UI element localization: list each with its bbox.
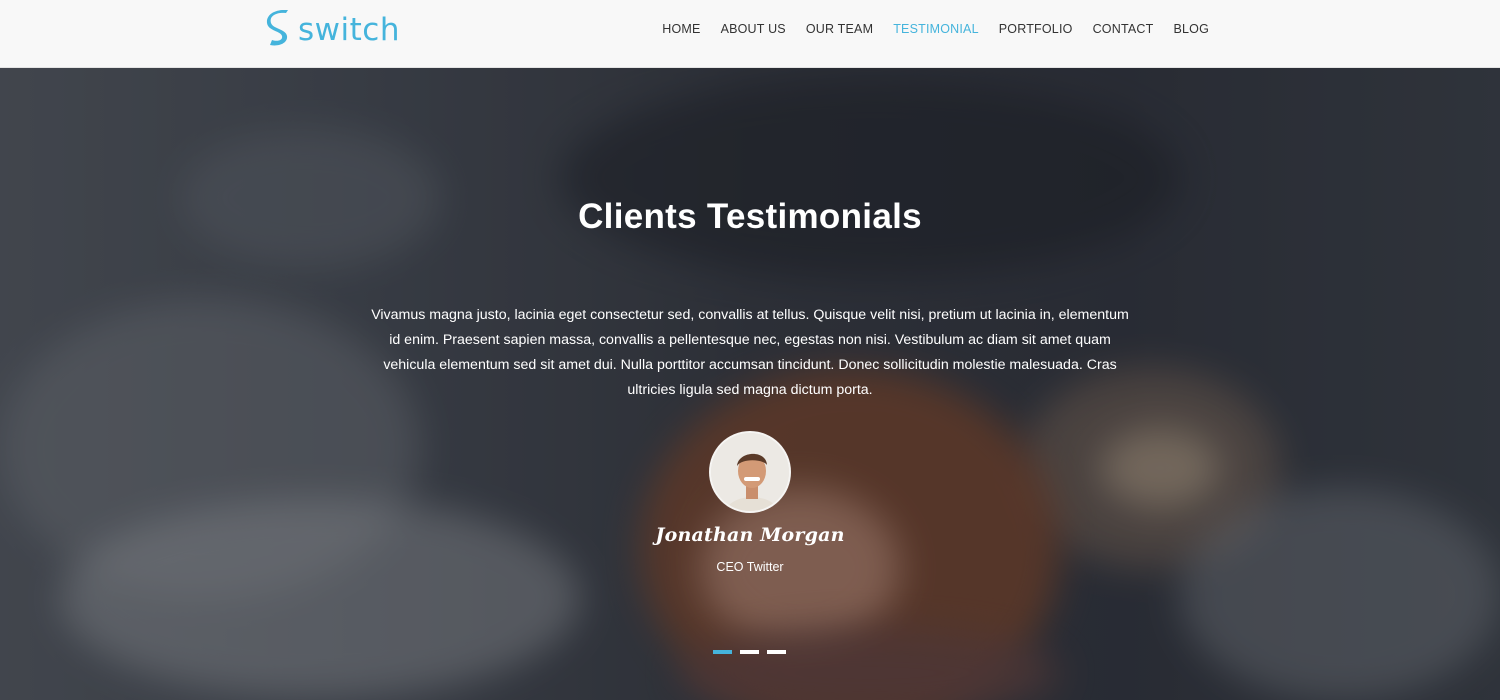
nav-item-blog[interactable]: BLOG [1173,22,1209,36]
nav-item-testimonial[interactable]: TESTIMONIAL [893,22,979,36]
client-name: Jonathan Morgan [655,524,845,546]
testimonials-section: Clients Testimonials Vivamus magna justo… [0,68,1500,700]
carousel-dot-3[interactable] [767,650,786,654]
testimonial-quote: Vivamus magna justo, lacinia eget consec… [371,307,1129,398]
nav-item-contact[interactable]: CONTACT [1093,22,1154,36]
logo-text: switch [298,12,400,48]
nav-item-our-team[interactable]: OUR TEAM [806,22,873,36]
client-avatar [709,431,791,513]
carousel-dot-1[interactable] [713,650,732,654]
nav-item-home[interactable]: HOME [662,22,700,36]
client-role: CEO Twitter [716,560,784,574]
site-header: switch HOME ABOUT US OUR TEAM TESTIMONIAL PO… [0,0,1500,68]
logo[interactable]: switch [266,10,400,50]
nav-item-about-us[interactable]: ABOUT US [721,22,786,36]
carousel-indicators [713,650,786,654]
switch-logo-icon [266,10,288,46]
nav-item-portfolio[interactable]: PORTFOLIO [999,22,1073,36]
carousel-dot-2[interactable] [740,650,759,654]
main-nav: HOME ABOUT US OUR TEAM TESTIMONIAL PORTFOLIO… [662,0,1209,58]
section-title: Clients Testimonials [578,197,922,236]
